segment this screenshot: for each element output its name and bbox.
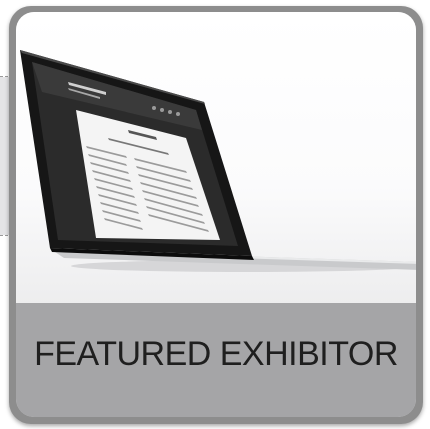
card-caption: FEATURED EXHIBITOR <box>34 335 398 373</box>
laptop-icon <box>20 50 416 272</box>
laptop-image <box>16 12 416 304</box>
featured-exhibitor-card[interactable]: FEATURED EXHIBITOR <box>9 6 423 424</box>
card-inner: FEATURED EXHIBITOR <box>16 12 416 417</box>
caption-bar: FEATURED EXHIBITOR <box>16 303 416 417</box>
